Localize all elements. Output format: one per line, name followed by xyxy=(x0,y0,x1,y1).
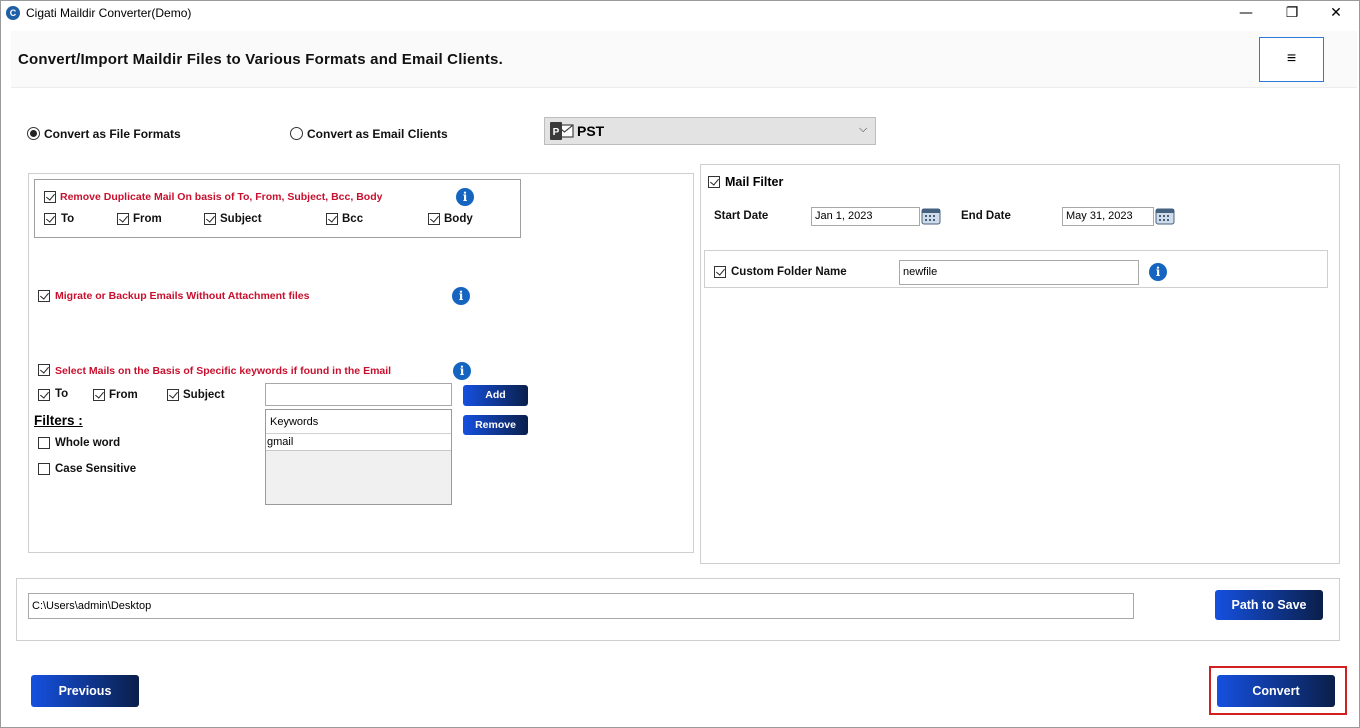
custom-folder-checkbox[interactable] xyxy=(714,266,726,278)
page-header: Convert/Import Maildir Files to Various … xyxy=(11,31,1357,88)
format-select-value: PST xyxy=(577,123,605,139)
end-date-label: End Date xyxy=(961,210,1011,222)
chevron-down-icon: ⌵ xyxy=(859,123,868,135)
custom-folder-input[interactable]: newfile xyxy=(899,260,1139,285)
app-logo-icon: C xyxy=(6,6,20,20)
info-icon[interactable]: i xyxy=(452,287,470,305)
case-sensitive-label: Case Sensitive xyxy=(55,463,137,475)
outlook-pst-icon: P xyxy=(550,122,574,140)
end-date-input[interactable]: May 31, 2023 xyxy=(1062,207,1154,226)
dup-subject-checkbox[interactable] xyxy=(204,213,216,225)
keywords-list-header: Keywords xyxy=(266,410,451,434)
previous-button[interactable]: Previous xyxy=(31,675,139,707)
calendar-icon[interactable] xyxy=(1155,207,1175,225)
custom-folder-label: Custom Folder Name xyxy=(731,266,847,278)
close-button[interactable]: ✕ xyxy=(1313,1,1359,27)
info-icon[interactable]: i xyxy=(453,362,471,380)
radio-file-formats-label[interactable]: Convert as File Formats xyxy=(44,127,181,141)
duplicate-group xyxy=(34,179,521,238)
page-title: Convert/Import Maildir Files to Various … xyxy=(18,51,503,68)
save-path-input[interactable]: C:\Users\admin\Desktop xyxy=(28,593,1134,619)
remove-keyword-button[interactable]: Remove xyxy=(463,415,528,435)
radio-email-clients[interactable] xyxy=(290,127,303,140)
dup-bcc-label: Bcc xyxy=(342,213,364,225)
filters-heading: Filters : xyxy=(34,413,83,428)
duplicate-checkbox[interactable] xyxy=(44,191,56,203)
kw-subject-label: Subject xyxy=(183,389,225,401)
title-bar: C Cigati Maildir Converter(Demo) — ❐ ✕ xyxy=(1,1,1359,27)
kw-to-label: To xyxy=(55,388,69,400)
radio-email-clients-label[interactable]: Convert as Email Clients xyxy=(307,127,448,141)
hamburger-icon: ≡ xyxy=(1286,50,1297,67)
kw-to-checkbox[interactable] xyxy=(38,389,50,401)
pst-icon-letter: P xyxy=(553,127,560,138)
info-icon[interactable]: i xyxy=(456,188,474,206)
dup-body-checkbox[interactable] xyxy=(428,213,440,225)
keywords-label: Select Mails on the Basis of Specific ke… xyxy=(55,365,392,377)
attachments-checkbox[interactable] xyxy=(38,290,50,302)
maximize-button[interactable]: ❐ xyxy=(1269,1,1315,27)
whole-word-checkbox[interactable] xyxy=(38,437,50,449)
case-sensitive-checkbox[interactable] xyxy=(38,463,50,475)
attachments-label: Migrate or Backup Emails Without Attachm… xyxy=(55,290,310,302)
window-title: Cigati Maildir Converter(Demo) xyxy=(26,6,192,20)
calendar-icon[interactable] xyxy=(921,207,941,225)
keywords-checkbox[interactable] xyxy=(38,364,50,376)
mail-filter-label: Mail Filter xyxy=(725,175,784,189)
info-icon[interactable]: i xyxy=(1149,263,1167,281)
menu-button[interactable]: ≡ xyxy=(1259,37,1324,82)
minimize-button[interactable]: — xyxy=(1223,1,1269,27)
mail-filter-checkbox[interactable] xyxy=(708,176,720,188)
kw-from-checkbox[interactable] xyxy=(93,389,105,401)
path-to-save-button[interactable]: Path to Save xyxy=(1215,590,1323,620)
kw-subject-checkbox[interactable] xyxy=(167,389,179,401)
dup-from-checkbox[interactable] xyxy=(117,213,129,225)
duplicate-label: Remove Duplicate Mail On basis of To, Fr… xyxy=(60,191,383,203)
kw-from-label: From xyxy=(109,389,138,401)
whole-word-label: Whole word xyxy=(55,437,121,449)
dup-to-checkbox[interactable] xyxy=(44,213,56,225)
start-date-input[interactable]: Jan 1, 2023 xyxy=(811,207,920,226)
radio-file-formats[interactable] xyxy=(27,127,40,140)
format-select[interactable]: P PST ⌵ xyxy=(544,117,876,145)
add-keyword-button[interactable]: Add xyxy=(463,385,528,406)
dup-subject-label: Subject xyxy=(220,213,262,225)
start-date-label: Start Date xyxy=(714,210,769,222)
keyword-input[interactable] xyxy=(265,383,452,406)
dup-body-label: Body xyxy=(444,213,473,225)
convert-button[interactable]: Convert xyxy=(1217,675,1335,707)
right-options-panel xyxy=(700,164,1340,564)
dup-bcc-checkbox[interactable] xyxy=(326,213,338,225)
keywords-list[interactable]: Keywords gmail xyxy=(265,409,452,505)
app-window: C Cigati Maildir Converter(Demo) — ❐ ✕ C… xyxy=(0,0,1360,728)
dup-from-label: From xyxy=(133,213,162,225)
list-item[interactable]: gmail xyxy=(266,434,451,451)
dup-to-label: To xyxy=(61,213,75,225)
